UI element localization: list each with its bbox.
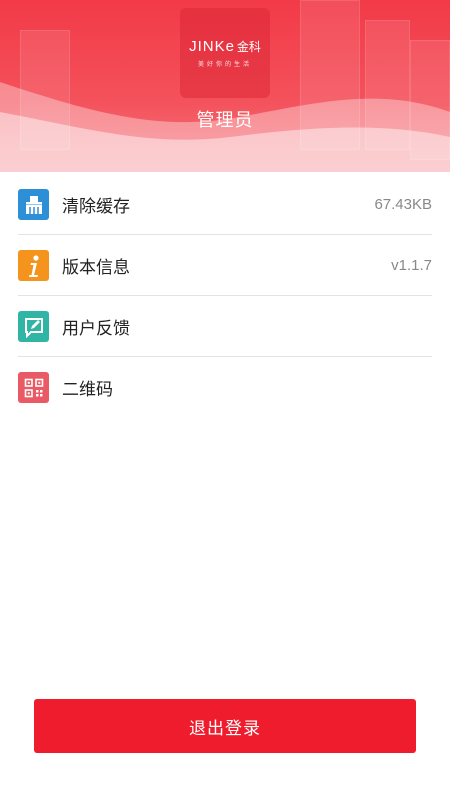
user-role-title: 管理员 xyxy=(196,110,254,131)
profile-header: JINKe 金科 美好你的生活 管理员 xyxy=(0,0,450,172)
version-value: v1.1.7 xyxy=(391,257,432,274)
menu-item-label: 版本信息 xyxy=(62,258,130,278)
menu-item-label: 清除缓存 xyxy=(62,197,130,217)
broom-icon xyxy=(18,189,49,220)
menu-item-label: 二维码 xyxy=(62,380,113,400)
qr-code-icon xyxy=(18,372,49,403)
menu-item-user-feedback[interactable]: 用户反馈 xyxy=(0,296,450,357)
menu-item-clear-cache[interactable]: 清除缓存 67.43KB xyxy=(0,174,450,235)
menu-item-label: 用户反馈 xyxy=(62,319,130,339)
menu-item-version-info[interactable]: 版本信息 v1.1.7 xyxy=(0,235,450,296)
cache-size-value: 67.43KB xyxy=(374,196,432,213)
feedback-edit-icon xyxy=(18,311,49,342)
info-icon xyxy=(18,250,49,281)
settings-menu: 清除缓存 67.43KB 版本信息 v1.1.7 用户反馈 二维码 xyxy=(0,174,450,418)
menu-item-qr-code[interactable]: 二维码 xyxy=(0,357,450,418)
logout-button[interactable]: 退出登录 xyxy=(34,699,416,753)
brand-logo: JINKe 金科 美好你的生活 xyxy=(180,8,270,98)
logo-slogan: 美好你的生活 xyxy=(197,60,252,68)
logo-text-en: JINKe xyxy=(189,37,235,55)
logo-text-cn: 金科 xyxy=(236,39,261,54)
